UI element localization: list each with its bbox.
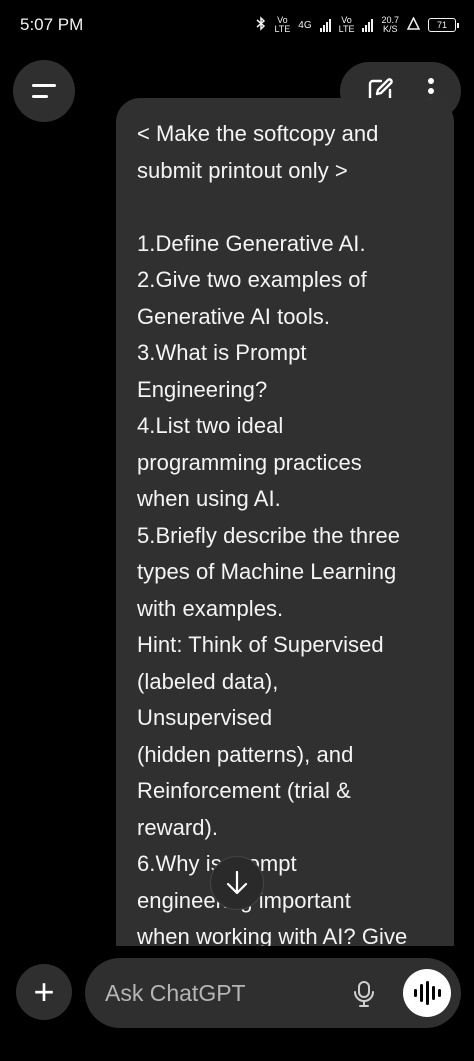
bluetooth-icon (256, 16, 266, 34)
scroll-to-bottom-button[interactable] (210, 856, 264, 910)
sim2-volte: Vo LTE (338, 15, 355, 34)
user-message-bubble: < Make the softcopy and submit printout … (116, 98, 454, 998)
attach-button[interactable]: + (16, 964, 72, 1020)
network-type: 4G (298, 19, 312, 31)
menu-icon (32, 84, 56, 87)
signal-icon-2 (362, 18, 374, 32)
microphone-icon (354, 981, 374, 1007)
mic-button[interactable] (353, 980, 375, 1013)
user-message-text: < Make the softcopy and submit printout … (137, 121, 408, 949)
chat-screen: 5:07 PM Vo LTE 4G Vo LTE 20.7 K/S 71 < M… (0, 0, 474, 1061)
alarm-icon (406, 16, 421, 33)
voice-mode-button[interactable] (403, 969, 451, 1017)
composer-area: + (0, 946, 474, 1061)
sim1-volte: Vo LTE (274, 15, 291, 34)
arrow-down-icon (226, 870, 248, 895)
menu-button[interactable] (13, 60, 75, 122)
network-speed: 20.7 K/S (381, 15, 399, 34)
status-bar: 5:07 PM Vo LTE 4G Vo LTE 20.7 K/S 71 (0, 0, 474, 50)
status-icons: Vo LTE 4G Vo LTE 20.7 K/S 71 (256, 15, 459, 34)
plus-icon: + (33, 971, 55, 1012)
message-composer (85, 958, 461, 1028)
status-time: 5:07 PM (20, 15, 84, 34)
message-input[interactable] (105, 958, 325, 1028)
signal-icon (319, 18, 331, 32)
battery-icon: 71 (428, 18, 459, 32)
